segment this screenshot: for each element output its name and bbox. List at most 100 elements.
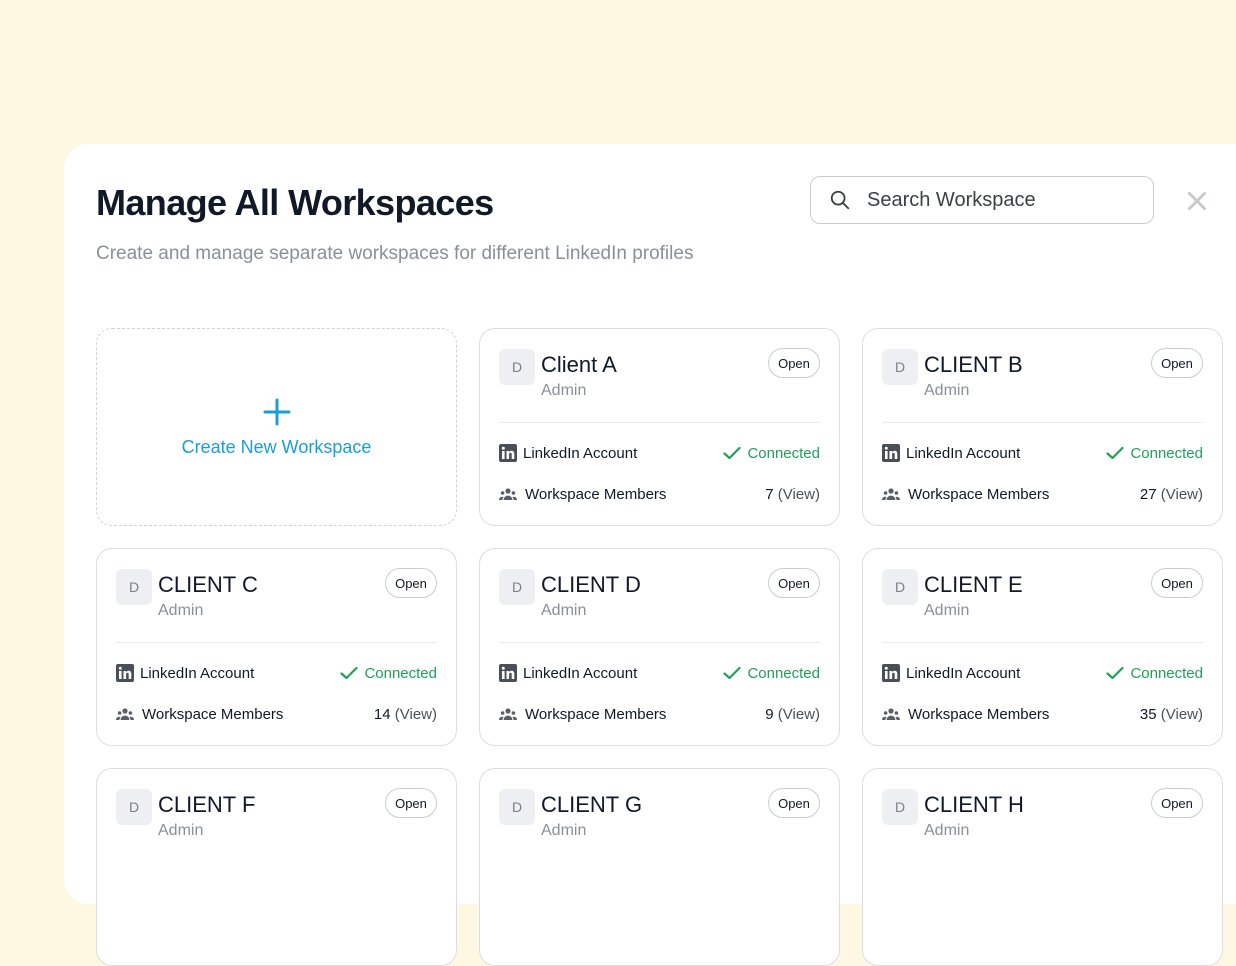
- check-icon: [723, 446, 742, 460]
- open-button[interactable]: Open: [1151, 788, 1203, 818]
- connection-status: Connected: [723, 665, 820, 682]
- status-text: Connected: [1130, 664, 1203, 682]
- workspace-role: Admin: [541, 602, 587, 619]
- members-count: 35: [1139, 705, 1157, 723]
- check-icon: [723, 666, 742, 680]
- workspace-card[interactable]: D CLIENT G Admin Open: [479, 768, 840, 966]
- workspace-members-row: Workspace Members 7 (View): [499, 484, 820, 504]
- workspace-card[interactable]: D CLIENT E Admin Open LinkedIn Account Connec…: [862, 548, 1223, 746]
- workspace-role: Admin: [158, 602, 204, 619]
- check-icon: [1106, 666, 1125, 680]
- status-text: Connected: [1130, 444, 1203, 462]
- workspace-card[interactable]: D CLIENT C Admin Open LinkedIn Account Connec…: [96, 548, 457, 746]
- workspace-role: Admin: [924, 602, 970, 619]
- workspace-name: CLIENT C: [158, 572, 258, 597]
- page-subtitle: Create and manage separate workspaces fo…: [96, 243, 694, 264]
- workspace-role: Admin: [541, 822, 587, 839]
- linkedin-account-row: LinkedIn Account Connected: [882, 663, 1203, 683]
- workspace-role: Admin: [924, 822, 970, 839]
- view-members-link[interactable]: (View): [395, 706, 437, 723]
- linkedin-icon: [499, 444, 517, 462]
- open-button[interactable]: Open: [385, 568, 437, 598]
- linkedin-icon: [116, 664, 134, 682]
- status-text: Connected: [364, 664, 437, 682]
- linkedin-account-row: LinkedIn Account Connected: [116, 663, 437, 683]
- workspace-card[interactable]: D CLIENT H Admin Open: [862, 768, 1223, 966]
- members-count-group: 27 (View): [1140, 486, 1203, 503]
- workspaces-modal: Manage All Workspaces Create and manage …: [64, 144, 1236, 966]
- check-icon: [340, 666, 359, 680]
- members-count: 27: [1139, 485, 1157, 503]
- view-members-link[interactable]: (View): [1161, 486, 1203, 503]
- workspace-name: CLIENT E: [924, 572, 1023, 597]
- linkedin-icon: [882, 664, 900, 682]
- connection-status: Connected: [723, 445, 820, 462]
- members-count-group: 9 (View): [765, 706, 820, 723]
- status-text: Connected: [747, 664, 820, 682]
- search-input[interactable]: [865, 187, 1129, 213]
- workspace-name: CLIENT F: [158, 792, 256, 817]
- linkedin-account-label: LinkedIn Account: [140, 664, 255, 682]
- workspace-role: Admin: [541, 382, 587, 399]
- linkedin-account-row: LinkedIn Account Connected: [499, 443, 820, 463]
- members-count-group: 7 (View): [765, 486, 820, 503]
- view-members-link[interactable]: (View): [778, 486, 820, 503]
- search-box[interactable]: [810, 176, 1154, 224]
- linkedin-account-row: LinkedIn Account Connected: [499, 663, 820, 683]
- open-button[interactable]: Open: [768, 348, 820, 378]
- avatar: D: [499, 569, 535, 605]
- workspace-members-label: Workspace Members: [142, 705, 284, 723]
- avatar: D: [116, 569, 152, 605]
- linkedin-icon: [499, 664, 517, 682]
- open-button[interactable]: Open: [385, 788, 437, 818]
- divider: [882, 422, 1203, 423]
- linkedin-account-label: LinkedIn Account: [906, 444, 1021, 462]
- open-button[interactable]: Open: [768, 788, 820, 818]
- workspace-members-label: Workspace Members: [908, 485, 1050, 503]
- workspace-name: CLIENT G: [541, 792, 643, 817]
- divider: [499, 422, 820, 423]
- create-workspace-card[interactable]: Create New Workspace: [96, 328, 457, 526]
- workspace-card[interactable]: D CLIENT F Admin Open: [96, 768, 457, 966]
- users-icon: [882, 488, 900, 500]
- page-title: Manage All Workspaces: [96, 182, 494, 223]
- divider: [882, 642, 1203, 643]
- linkedin-account-label: LinkedIn Account: [523, 664, 638, 682]
- workspace-name: CLIENT D: [541, 572, 641, 597]
- open-button[interactable]: Open: [1151, 568, 1203, 598]
- members-count-group: 35 (View): [1140, 706, 1203, 723]
- view-members-link[interactable]: (View): [778, 706, 820, 723]
- connection-status: Connected: [1106, 445, 1203, 462]
- avatar: D: [882, 349, 918, 385]
- close-icon[interactable]: [1184, 188, 1210, 214]
- workspace-members-label: Workspace Members: [908, 705, 1050, 723]
- open-button[interactable]: Open: [1151, 348, 1203, 378]
- workspace-name: CLIENT H: [924, 792, 1024, 817]
- plus-icon: [263, 398, 290, 425]
- divider: [499, 642, 820, 643]
- users-icon: [116, 708, 134, 720]
- workspace-card[interactable]: D CLIENT D Admin Open LinkedIn Account Connec…: [479, 548, 840, 746]
- workspace-members-row: Workspace Members 27 (View): [882, 484, 1203, 504]
- avatar: D: [882, 789, 918, 825]
- connection-status: Connected: [340, 665, 437, 682]
- workspace-card[interactable]: D CLIENT B Admin Open LinkedIn Account Connec…: [862, 328, 1223, 526]
- linkedin-account-label: LinkedIn Account: [523, 444, 638, 462]
- workspace-members-label: Workspace Members: [525, 705, 667, 723]
- workspace-card[interactable]: D Client A Admin Open LinkedIn Account Connec…: [479, 328, 840, 526]
- members-count: 7: [765, 485, 774, 503]
- avatar: D: [499, 789, 535, 825]
- users-icon: [882, 708, 900, 720]
- view-members-link[interactable]: (View): [1161, 706, 1203, 723]
- status-text: Connected: [747, 444, 820, 462]
- workspace-members-row: Workspace Members 14 (View): [116, 704, 437, 724]
- create-workspace-label: Create New Workspace: [181, 436, 372, 457]
- members-count-group: 14 (View): [374, 706, 437, 723]
- members-count: 14: [373, 705, 391, 723]
- workspace-members-row: Workspace Members 35 (View): [882, 704, 1203, 724]
- divider: [116, 642, 437, 643]
- open-button[interactable]: Open: [768, 568, 820, 598]
- members-count: 9: [765, 705, 774, 723]
- connection-status: Connected: [1106, 665, 1203, 682]
- linkedin-account-row: LinkedIn Account Connected: [882, 443, 1203, 463]
